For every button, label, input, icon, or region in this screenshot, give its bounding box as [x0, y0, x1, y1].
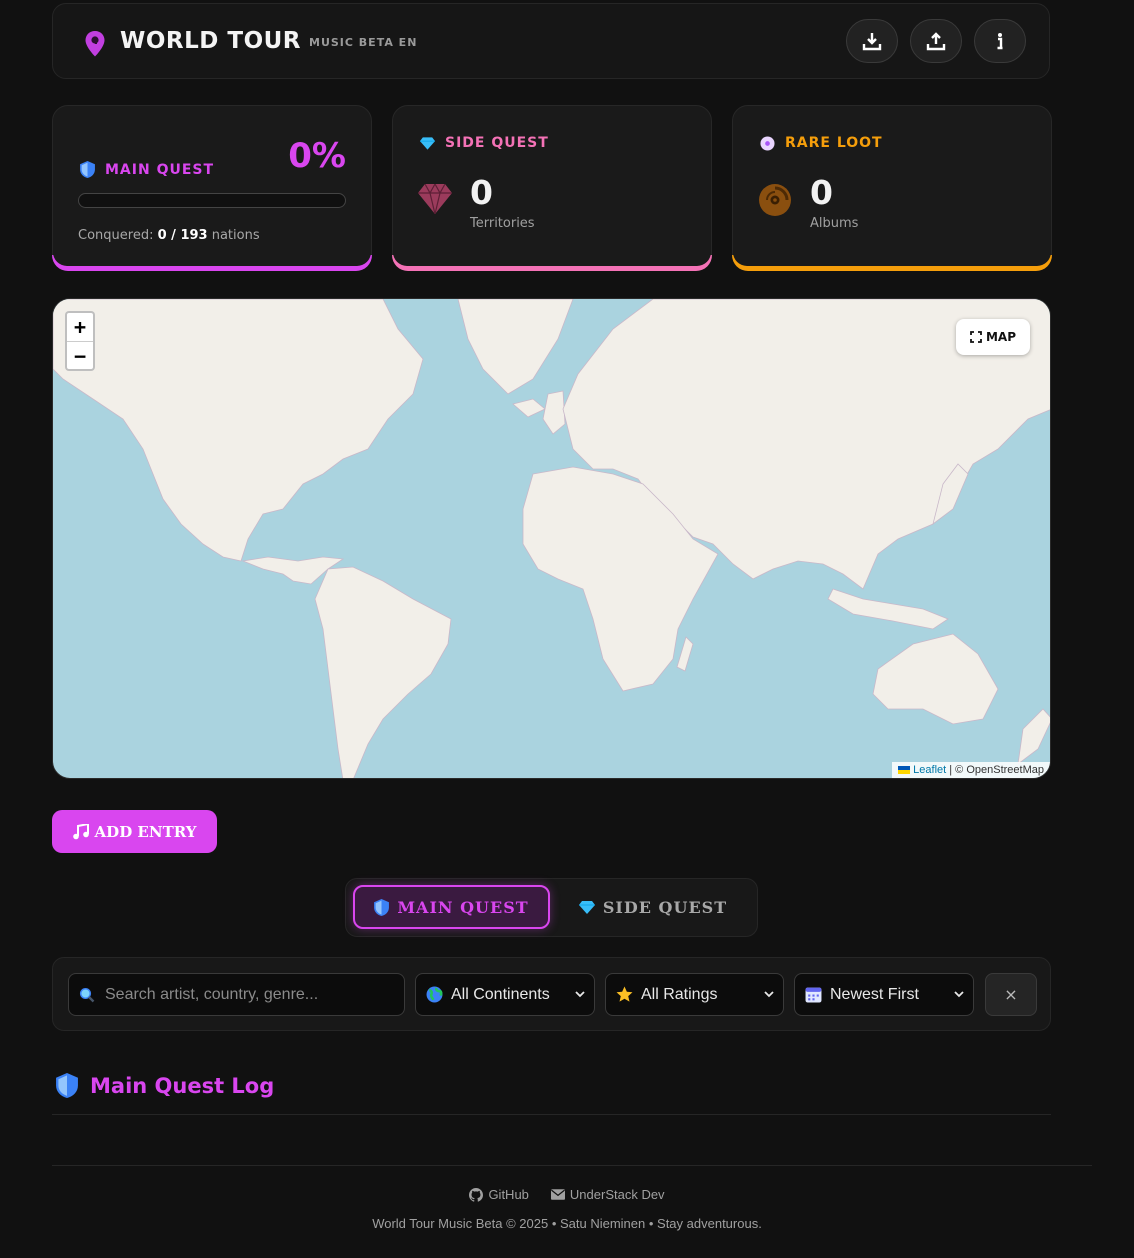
- download-icon: [862, 33, 882, 51]
- gem-icon: [578, 900, 595, 914]
- continent-select[interactable]: All Continents: [415, 973, 595, 1016]
- github-link[interactable]: GitHub: [469, 1187, 529, 1202]
- app-title: WORLD TOUR: [120, 28, 302, 54]
- quest-tabs: MAIN QUEST SIDE QUEST: [345, 878, 758, 937]
- zoom-control: + −: [65, 311, 95, 371]
- understack-link[interactable]: UnderStack Dev: [550, 1187, 665, 1202]
- zoom-out-button[interactable]: −: [67, 342, 93, 370]
- side-quest-count: 0: [470, 173, 493, 212]
- side-quest-label: Territories: [470, 216, 535, 231]
- main-quest-title: MAIN QUEST: [105, 161, 215, 178]
- search-field: [68, 973, 405, 1016]
- gem-icon: [420, 136, 435, 150]
- map-fullscreen-button[interactable]: MAP: [956, 319, 1030, 355]
- footer-copyright: World Tour Music Beta © 2025 • Satu Niem…: [372, 1216, 762, 1231]
- upload-icon: [926, 32, 946, 51]
- filter-bar: All Continents All Ratings Newest First …: [52, 957, 1051, 1031]
- zoom-in-button[interactable]: +: [67, 313, 93, 342]
- footer-divider: [52, 1165, 1092, 1166]
- side-quest-card: SIDE QUEST 0 Territories: [392, 105, 712, 271]
- search-icon: [79, 987, 95, 1002]
- world-map-tiles: [53, 299, 1050, 778]
- sort-select[interactable]: Newest First: [794, 973, 974, 1016]
- app-header: WORLD TOUR MUSIC BETA EN: [52, 3, 1050, 79]
- star-icon: [616, 986, 633, 1002]
- side-quest-title: SIDE QUEST: [445, 135, 549, 151]
- globe-icon: [426, 986, 443, 1003]
- quest-log-heading: Main Quest Log: [56, 1073, 274, 1098]
- rare-loot-card: RARE LOOT 0 Albums: [732, 105, 1052, 271]
- conquered-value: 0 / 193: [157, 228, 208, 243]
- download-button[interactable]: [846, 19, 898, 63]
- rating-select[interactable]: All Ratings: [605, 973, 784, 1016]
- ukraine-flag-icon: [898, 766, 911, 775]
- rare-loot-count: 0: [810, 173, 833, 212]
- search-input[interactable]: [103, 984, 387, 1005]
- shield-icon: [80, 161, 95, 178]
- app-subtitle: MUSIC BETA EN: [309, 36, 418, 49]
- map-pin-icon: [85, 31, 105, 57]
- music-note-icon: [72, 823, 89, 839]
- conquered-text: Conquered: 0 / 193 nations: [78, 228, 260, 243]
- quest-log-title: Main Quest Log: [90, 1073, 275, 1098]
- github-icon: [469, 1187, 484, 1202]
- divider: [52, 1114, 1051, 1115]
- upload-button[interactable]: [910, 19, 962, 63]
- footer-links: GitHub UnderStack Dev: [0, 1187, 1134, 1202]
- chevron-down-icon: [575, 991, 585, 998]
- shield-icon: [56, 1073, 78, 1098]
- add-entry-button[interactable]: ADD ENTRY: [52, 810, 217, 853]
- chevron-down-icon: [954, 991, 964, 998]
- shield-icon: [374, 898, 390, 916]
- info-icon: [997, 33, 1003, 50]
- envelope-icon: [550, 1189, 565, 1200]
- diamond-icon: [418, 184, 452, 214]
- rare-loot-label: Albums: [810, 216, 859, 231]
- expand-icon: [970, 331, 982, 343]
- clear-filters-button[interactable]: ×: [985, 973, 1037, 1016]
- leaflet-link[interactable]: Leaflet: [913, 764, 946, 776]
- main-quest-progress-bar: [78, 193, 346, 208]
- tab-main-quest[interactable]: MAIN QUEST: [353, 885, 550, 929]
- rare-loot-title: RARE LOOT: [785, 135, 883, 151]
- calendar-icon: [805, 987, 822, 1003]
- tab-side-quest[interactable]: SIDE QUEST: [558, 885, 748, 929]
- chevron-down-icon: [764, 991, 774, 998]
- vinyl-record-icon: [759, 184, 791, 216]
- main-quest-percent: 0%: [288, 136, 346, 176]
- disc-icon: [760, 135, 775, 151]
- world-map[interactable]: + − MAP Leaflet | © OpenStreetMap: [52, 298, 1051, 779]
- map-attribution: Leaflet | © OpenStreetMap: [892, 762, 1050, 778]
- info-button[interactable]: [974, 19, 1026, 63]
- main-quest-card: MAIN QUEST 0% Conquered: 0 / 193 nations: [52, 105, 372, 271]
